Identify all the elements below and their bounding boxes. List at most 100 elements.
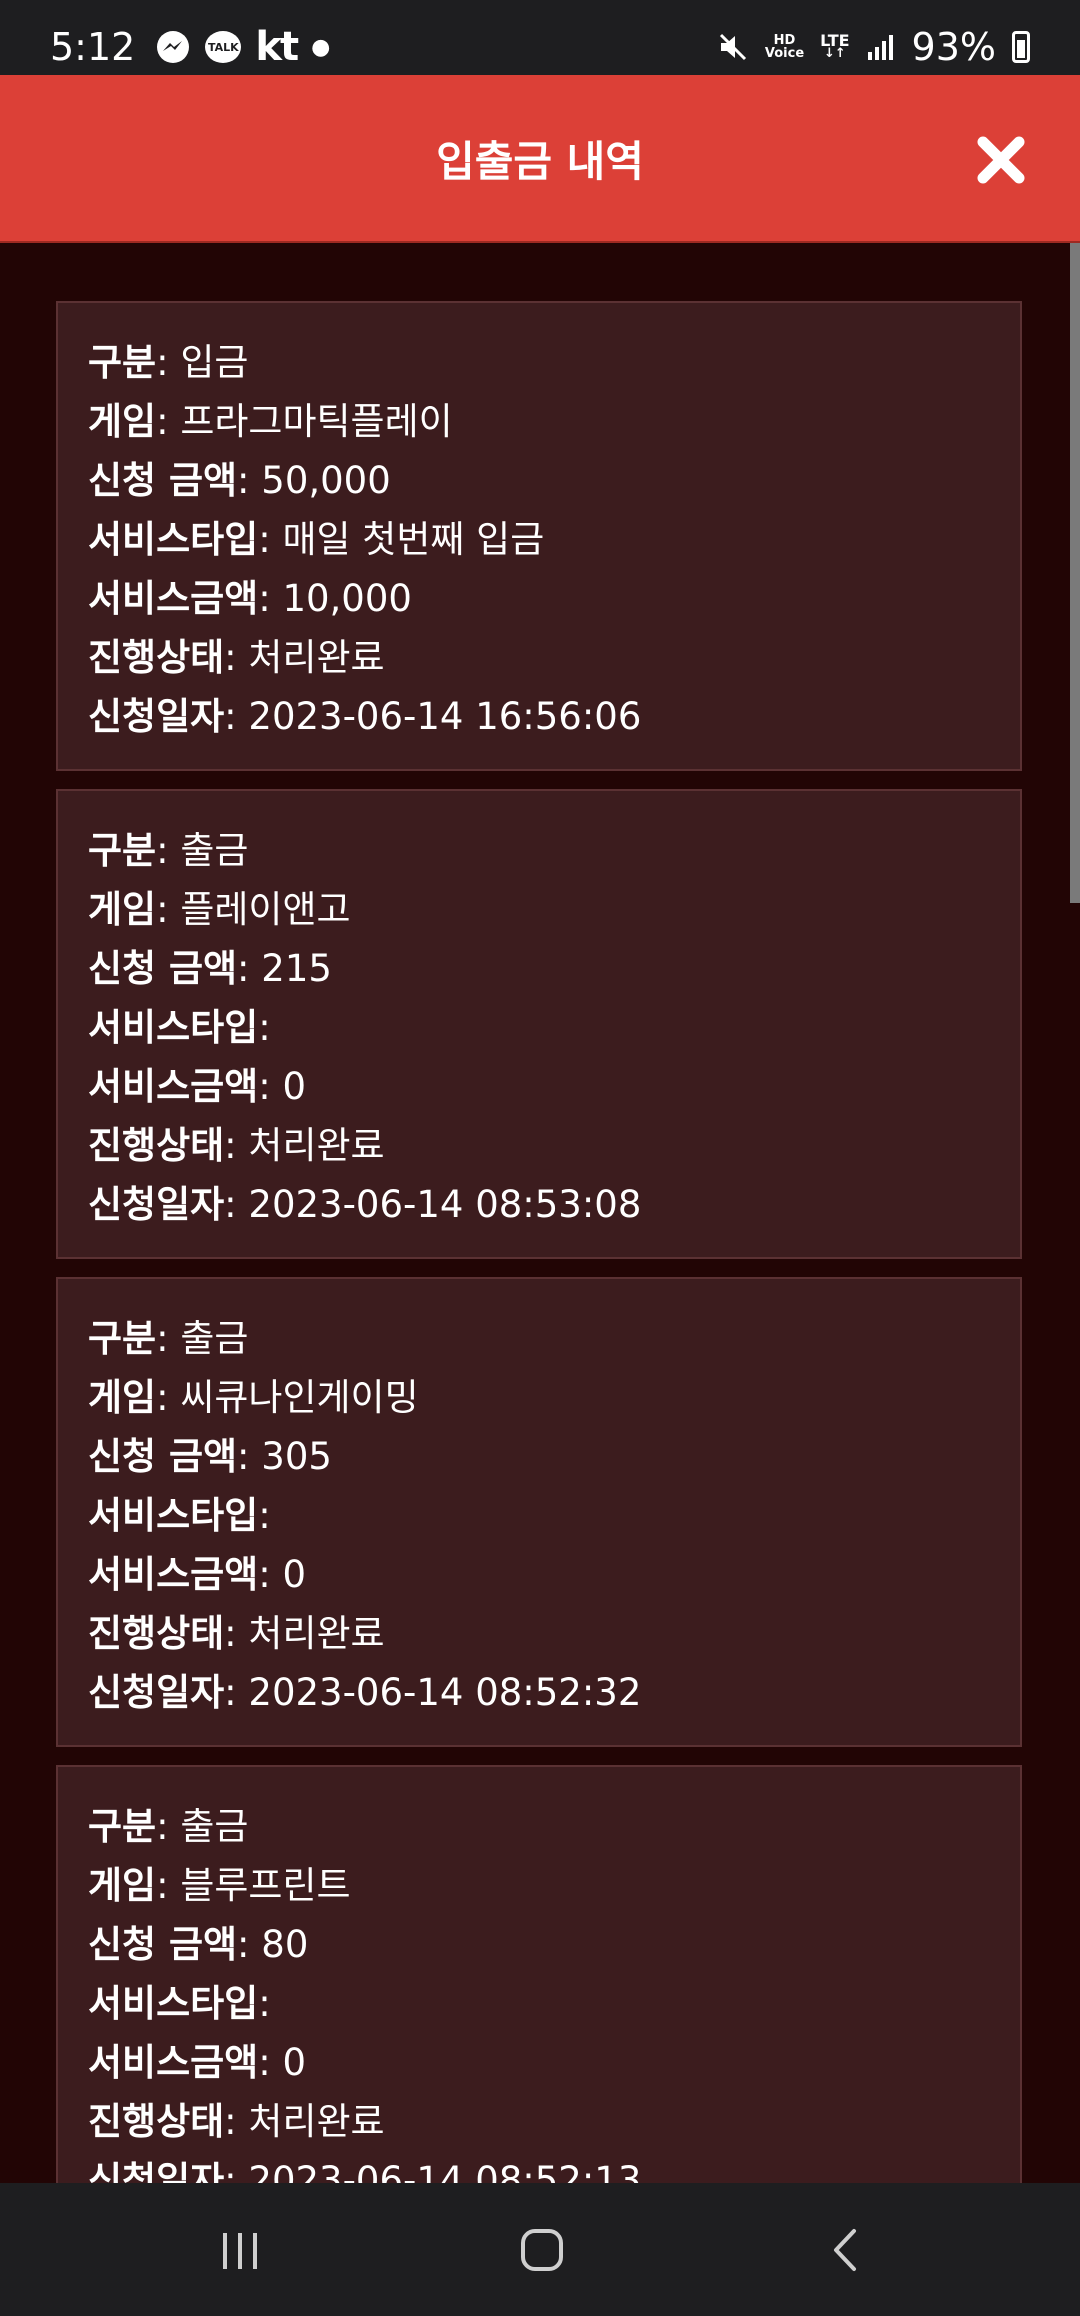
- record-service-amount-label: 서비스금액: [88, 1065, 259, 1108]
- record-status-value: 처리완료: [248, 1124, 385, 1167]
- record-date-row: 신청일자: 2023-06-14 08:52:32: [88, 1671, 642, 1714]
- record-amount-value: 215: [261, 947, 332, 990]
- record-game-label: 게임: [88, 1864, 157, 1907]
- record-date-label: 신청일자: [88, 695, 225, 738]
- record-game-row: 게임: 블루프린트: [88, 1864, 351, 1907]
- record-amount-row: 신청 금액: 80: [88, 1923, 309, 1966]
- notification-dot-icon: ●: [311, 34, 331, 60]
- record-game-value: 프라그마틱플레이: [180, 400, 453, 443]
- record-game-value: 플레이앤고: [180, 888, 351, 931]
- record-service-amount-value: 0: [282, 2041, 306, 2084]
- record-game-value: 블루프린트: [180, 1864, 351, 1907]
- record-amount-value: 50,000: [261, 459, 391, 502]
- record-date-row: 신청일자: 2023-06-14 16:56:06: [88, 695, 642, 738]
- back-button[interactable]: [806, 2213, 886, 2287]
- record-game-label: 게임: [88, 888, 157, 931]
- record-date-label: 신청일자: [88, 1671, 225, 1714]
- record-date-label: 신청일자: [88, 2159, 225, 2183]
- record-service-type-label: 서비스타입: [88, 1006, 259, 1049]
- record-amount-label: 신청 금액: [88, 459, 238, 502]
- record-status-row: 진행상태: 처리완료: [88, 636, 385, 679]
- record-type-label: 구분: [88, 829, 157, 872]
- record-type-value: 입금: [180, 341, 249, 384]
- record-service-type-row: 서비스타입: 매일 첫번째 입금: [88, 518, 545, 561]
- transaction-list[interactable]: 구분: 입금 게임: 프라그마틱플레이 신청 금액: 50,000 서비스타입:…: [0, 243, 1080, 2183]
- record-amount-label: 신청 금액: [88, 1435, 238, 1478]
- record-status-label: 진행상태: [88, 1612, 225, 1655]
- record-type-row: 구분: 출금: [88, 1805, 249, 1848]
- transaction-card: 구분: 출금 게임: 플레이앤고 신청 금액: 215 서비스타입: 서비스금액…: [56, 789, 1022, 1259]
- record-date-value: 2023-06-14 08:53:08: [248, 1183, 642, 1226]
- status-time: 5:12: [50, 25, 136, 69]
- record-status-row: 진행상태: 처리완료: [88, 2100, 385, 2143]
- mute-icon: [717, 31, 749, 63]
- navigation-bar: [0, 2183, 1080, 2316]
- scrollbar[interactable]: [1070, 243, 1080, 903]
- record-type-label: 구분: [88, 1805, 157, 1848]
- data-arrows-icon: ↓↑: [823, 46, 846, 61]
- record-service-amount-label: 서비스금액: [88, 577, 259, 620]
- transaction-card: 구분: 출금 게임: 씨큐나인게이밍 신청 금액: 305 서비스타입: 서비스…: [56, 1277, 1022, 1747]
- status-bar: 5:12 TALK kt ● HD Voice LTE ↓↑ 93%: [0, 0, 1080, 75]
- record-service-type-row: 서비스타입:: [88, 1982, 271, 2025]
- record-service-type-label: 서비스타입: [88, 518, 259, 561]
- record-game-row: 게임: 프라그마틱플레이: [88, 400, 453, 443]
- record-amount-row: 신청 금액: 305: [88, 1435, 332, 1478]
- record-type-value: 출금: [180, 829, 249, 872]
- record-game-label: 게임: [88, 400, 157, 443]
- page-title: 입출금 내역: [436, 136, 644, 186]
- signal-icon: [866, 32, 896, 62]
- record-service-type-value: 매일 첫번째 입금: [282, 518, 545, 561]
- record-service-amount-row: 서비스금액: 0: [88, 1065, 306, 1108]
- record-date-row: 신청일자: 2023-06-14 08:52:13: [88, 2151, 990, 2183]
- record-amount-value: 80: [261, 1923, 309, 1966]
- record-amount-row: 신청 금액: 215: [88, 947, 332, 990]
- record-date-value: 2023-06-14 08:52:32: [248, 1671, 642, 1714]
- record-service-amount-label: 서비스금액: [88, 2041, 259, 2084]
- recents-icon: [223, 2233, 257, 2269]
- battery-icon: [1012, 31, 1030, 63]
- talk-icon: TALK: [205, 31, 242, 63]
- carrier-label: kt: [255, 24, 299, 70]
- record-status-value: 처리완료: [248, 1612, 385, 1655]
- lte-icon: LTE ↓↑: [820, 33, 849, 61]
- close-button[interactable]: [966, 125, 1036, 195]
- record-type-value: 출금: [180, 1805, 249, 1848]
- recents-button[interactable]: [200, 2213, 280, 2287]
- record-service-amount-row: 서비스금액: 10,000: [88, 577, 412, 620]
- record-type-label: 구분: [88, 1317, 157, 1360]
- record-service-amount-value: 0: [282, 1553, 306, 1596]
- home-icon: [521, 2229, 563, 2271]
- record-type-row: 구분: 출금: [88, 1317, 249, 1360]
- record-service-amount-label: 서비스금액: [88, 1553, 259, 1596]
- record-status-label: 진행상태: [88, 2100, 225, 2143]
- record-game-row: 게임: 플레이앤고: [88, 888, 351, 931]
- hd-voice-icon: HD Voice: [765, 34, 804, 60]
- home-button[interactable]: [502, 2213, 582, 2287]
- record-date-label: 신청일자: [88, 1183, 225, 1226]
- record-type-row: 구분: 입금: [88, 341, 249, 384]
- record-service-type-label: 서비스타입: [88, 1494, 259, 1537]
- record-game-row: 게임: 씨큐나인게이밍: [88, 1376, 419, 1419]
- record-date-value: 2023-06-14 16:56:06: [248, 695, 642, 738]
- record-status-row: 진행상태: 처리완료: [88, 1612, 385, 1655]
- record-status-label: 진행상태: [88, 1124, 225, 1167]
- record-status-value: 처리완료: [248, 2100, 385, 2143]
- back-icon: [834, 2229, 856, 2271]
- record-service-type-row: 서비스타입:: [88, 1006, 271, 1049]
- header: 입출금 내역: [0, 75, 1080, 243]
- transaction-card: 구분: 출금 게임: 블루프린트 신청 금액: 80 서비스타입: 서비스금액:…: [56, 1765, 1022, 2183]
- record-type-label: 구분: [88, 341, 157, 384]
- record-date-value: 2023-06-14 08:52:13: [248, 2159, 642, 2183]
- record-service-amount-row: 서비스금액: 0: [88, 1553, 306, 1596]
- record-amount-label: 신청 금액: [88, 1923, 238, 1966]
- record-game-value: 씨큐나인게이밍: [180, 1376, 419, 1419]
- record-service-type-row: 서비스타입:: [88, 1494, 271, 1537]
- voice-label: Voice: [764, 46, 805, 61]
- record-service-amount-value: 0: [282, 1065, 306, 1108]
- transaction-card: 구분: 입금 게임: 프라그마틱플레이 신청 금액: 50,000 서비스타입:…: [56, 301, 1022, 771]
- battery-percent: 93%: [911, 25, 996, 69]
- record-service-amount-value: 10,000: [282, 577, 412, 620]
- record-service-type-label: 서비스타입: [88, 1982, 259, 2025]
- record-status-label: 진행상태: [88, 636, 225, 679]
